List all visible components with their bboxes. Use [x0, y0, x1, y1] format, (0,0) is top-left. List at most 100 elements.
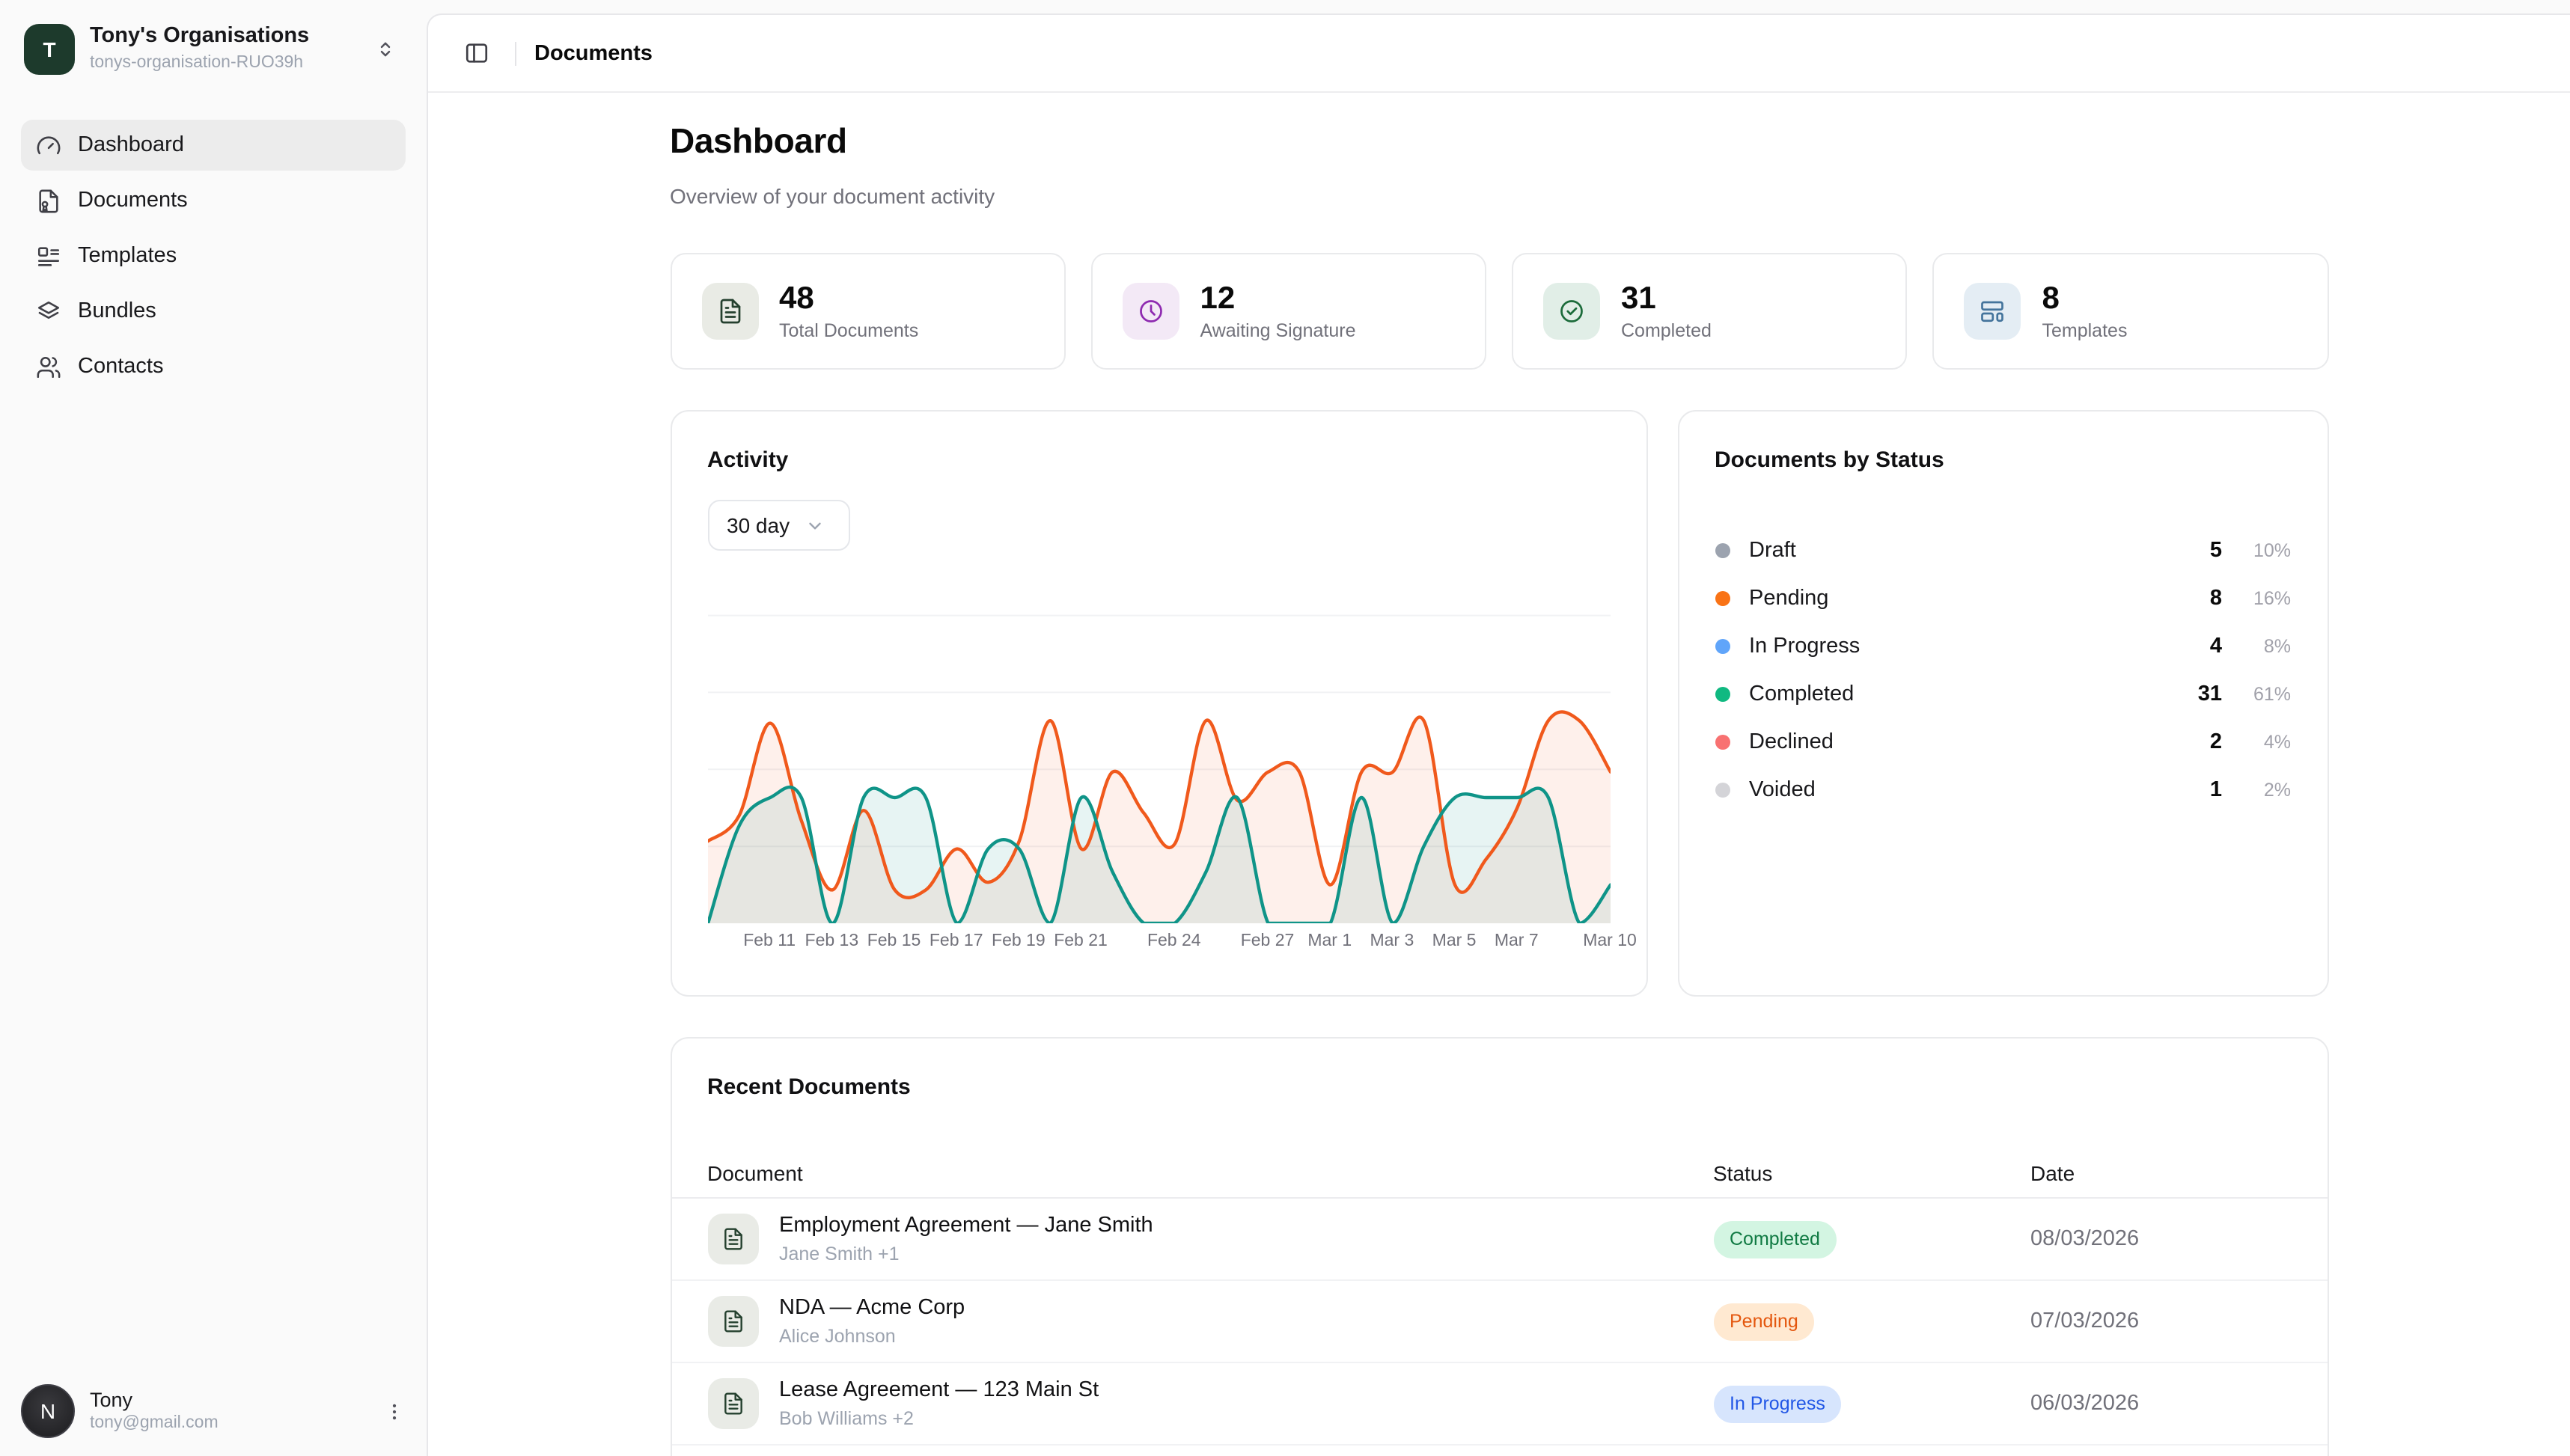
status-percent: 16% — [2222, 588, 2291, 609]
status-rows: Draft510%Pending816%In Progress48%Comple… — [1715, 527, 2291, 814]
status-label: Declined — [1749, 730, 2138, 754]
users-icon — [36, 354, 61, 379]
x-tick-label: Mar 7 — [1495, 932, 1539, 950]
status-row-completed: Completed3161% — [1715, 670, 2291, 718]
chevron-down-icon — [805, 516, 824, 535]
stat-card-awaiting-signature: 12 Awaiting Signature — [1091, 253, 1487, 370]
stat-value: 48 — [779, 281, 918, 316]
table-header: Document Status Date — [671, 1148, 2327, 1199]
status-count: 1 — [2138, 778, 2222, 802]
org-name: Tony's Organisations — [90, 25, 309, 51]
stat-value: 8 — [2042, 281, 2128, 316]
sidebar-item-documents[interactable]: Documents — [21, 175, 406, 226]
header-divider — [515, 41, 516, 65]
user-initial: N — [40, 1399, 55, 1423]
gauge-icon — [36, 132, 61, 158]
activity-chart: Feb 11Feb 13Feb 15Feb 17Feb 19Feb 21Feb … — [707, 564, 1610, 953]
page-subtitle: Overview of your document activity — [670, 184, 2328, 209]
file-text-icon — [707, 1296, 758, 1347]
x-tick-label: Mar 5 — [1432, 932, 1477, 950]
layout-panels-icon — [1965, 283, 2021, 340]
table-row[interactable]: Employment Agreement — Jane Smith Jane Sm… — [671, 1199, 2327, 1281]
stat-card-templates: 8Templates — [1933, 253, 2329, 370]
status-dot — [1715, 591, 1730, 606]
sidebar-item-templates[interactable]: Templates — [21, 230, 406, 281]
status-badge: Pending — [1713, 1303, 1815, 1340]
stat-label: Awaiting Signature — [1200, 320, 1356, 341]
activity-title: Activity — [707, 447, 1610, 474]
stat-card-total-documents: 48 Total Documents — [670, 253, 1066, 370]
status-percent: 10% — [2222, 540, 2291, 561]
status-count: 4 — [2138, 634, 2222, 658]
status-count: 31 — [2138, 682, 2222, 706]
user-avatar: N — [21, 1384, 75, 1438]
sidebar-item-label: Contacts — [78, 355, 163, 379]
x-tick-label: Feb 21 — [1054, 932, 1108, 950]
app: T Tony's Organisations tonys-organisatio… — [0, 0, 2570, 1456]
range-select[interactable]: 30 day — [707, 500, 849, 551]
sidebar-item-bundles[interactable]: Bundles — [21, 286, 406, 337]
status-label: Draft — [1749, 539, 2138, 563]
x-tick-label: Mar 3 — [1370, 932, 1414, 950]
org-switcher[interactable]: T Tony's Organisations tonys-organisatio… — [21, 21, 406, 78]
status-label: In Progress — [1749, 634, 2138, 658]
status-dot — [1715, 783, 1730, 798]
user-name: Tony — [90, 1388, 219, 1412]
sidebar-item-contacts[interactable]: Contacts — [21, 341, 406, 392]
sidebar-item-label: Dashboard — [78, 133, 184, 157]
status-count: 2 — [2138, 730, 2222, 754]
status-row-draft: Draft510% — [1715, 527, 2291, 575]
document-title: Employment Agreement — Jane Smith — [779, 1213, 1153, 1240]
activity-card: Activity 30 day Feb 11Feb 13Feb 15Feb 17… — [670, 410, 1647, 997]
document-signers: Jane Smith +1 — [779, 1243, 1153, 1265]
sidebar-item-label: Bundles — [78, 299, 156, 323]
file-badge-icon — [36, 188, 61, 213]
document-signers: Bob Williams +2 — [779, 1407, 1099, 1430]
sidebar-item-label: Templates — [78, 244, 177, 268]
status-badge: In Progress — [1713, 1385, 1842, 1422]
layers-icon — [36, 299, 61, 324]
topbar: Documents — [428, 15, 2570, 93]
breadcrumb: Documents — [534, 41, 653, 65]
row-date: 08/03/2026 — [2030, 1227, 2291, 1251]
x-tick-label: Mar 10 — [1583, 932, 1637, 950]
sidebar-toggle-button[interactable] — [455, 32, 497, 74]
table-row[interactable]: Lease Agreement — 123 Main St Bob William… — [671, 1363, 2327, 1446]
document-title: Lease Agreement — 123 Main St — [779, 1377, 1099, 1404]
stat-cards: 48 Total Documents 12 Awaiting Signature 31C… — [670, 253, 2328, 370]
stat-label: Total Documents — [779, 320, 918, 341]
table-body: Employment Agreement — Jane Smith Jane Sm… — [671, 1199, 2327, 1446]
panel-left-icon — [463, 40, 489, 66]
user-menu[interactable]: N Tony tony@gmail.com — [21, 1384, 406, 1438]
stat-label: Completed — [1621, 320, 1712, 341]
x-tick-label: Feb 11 — [743, 932, 796, 950]
area-chart — [707, 564, 1610, 923]
x-tick-label: Mar 1 — [1307, 932, 1352, 950]
status-row-voided: Voided12% — [1715, 766, 2291, 814]
sidebar-item-dashboard[interactable]: Dashboard — [21, 120, 406, 171]
status-label: Pending — [1749, 587, 2138, 611]
x-tick-label: Feb 27 — [1241, 932, 1295, 950]
status-percent: 4% — [2222, 732, 2291, 753]
status-percent: 2% — [2222, 780, 2291, 801]
table-row[interactable]: NDA — Acme CorpAlice JohnsonPending07/03… — [671, 1281, 2327, 1363]
file-text-icon — [707, 1214, 758, 1264]
column-header-status: Status — [1713, 1160, 2030, 1184]
sidebar: T Tony's Organisations tonys-organisatio… — [0, 0, 427, 1456]
status-row-pending: Pending816% — [1715, 575, 2291, 623]
status-dot — [1715, 735, 1730, 750]
x-tick-label: Feb 15 — [867, 932, 921, 950]
stat-value: 12 — [1200, 281, 1356, 316]
status-dot — [1715, 543, 1730, 558]
kebab-menu-icon[interactable] — [383, 1400, 406, 1422]
file-text-icon — [707, 1378, 758, 1429]
x-tick-label: Feb 17 — [930, 932, 983, 950]
page-title: Dashboard — [670, 120, 2328, 162]
layout-template-icon — [36, 243, 61, 269]
recent-documents-card: Recent Documents Document Status Date Em… — [670, 1037, 2328, 1456]
user-email: tony@gmail.com — [90, 1413, 219, 1434]
org-avatar: T — [24, 24, 75, 75]
row-date: 06/03/2026 — [2030, 1392, 2291, 1416]
stat-card-completed: 31Completed — [1512, 253, 1908, 370]
document-title: NDA — Acme Corp — [779, 1295, 965, 1322]
